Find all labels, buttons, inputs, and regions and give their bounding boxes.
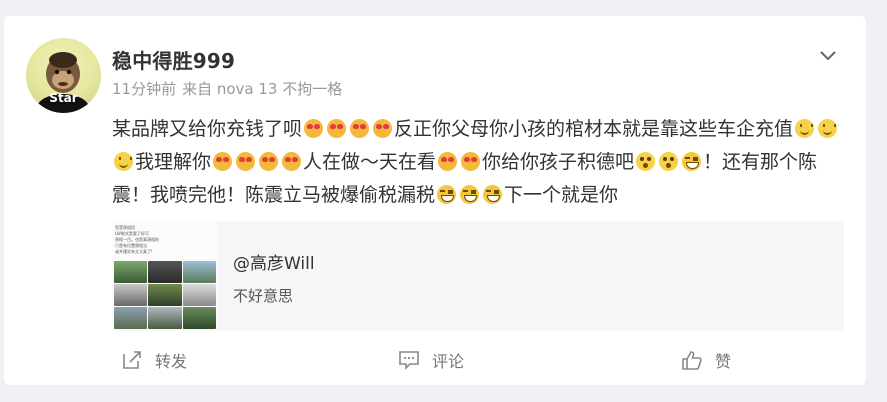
love-emoji-icon — [461, 152, 481, 171]
quoted-text: 不好意思 — [233, 287, 294, 305]
thumbnail-text: 您受规相用 LW制式是要了好可 昂相一目。也是真演相的 只是有位置想相当 或并遭实有太大… — [115, 225, 215, 255]
post-text-segment: 你给你孩子积德吧 — [482, 151, 635, 173]
quoted-author[interactable]: @高彦Will — [233, 249, 315, 274]
thumbnail-photo-grid — [114, 261, 216, 329]
smile-emoji-icon — [114, 152, 133, 171]
love-emoji-icon — [350, 119, 370, 138]
smile-emoji-icon — [795, 119, 815, 138]
post-meta: 11分钟前 来自 nova 13 不拘一格 — [112, 78, 348, 99]
repost-button[interactable]: 转发 — [121, 346, 187, 374]
love-emoji-icon — [327, 119, 347, 138]
love-emoji-icon — [438, 152, 458, 171]
love-emoji-icon — [282, 152, 302, 171]
love-emoji-icon — [213, 152, 233, 171]
post-text-segment: 某品牌又给你充钱了呗 — [112, 118, 303, 140]
avatar-label: Star — [49, 91, 78, 105]
comment-label: 评论 — [432, 352, 465, 371]
love-emoji-icon — [304, 119, 324, 138]
like-button[interactable]: 赞 — [681, 346, 731, 374]
shock-emoji-icon — [636, 152, 656, 171]
comment-button[interactable]: 评论 — [398, 346, 464, 374]
post-text-segment: 我理解你 — [135, 151, 212, 173]
thumbs-up-icon — [682, 351, 702, 370]
repost-label: 转发 — [155, 352, 188, 371]
grin-emoji-icon — [437, 185, 457, 204]
like-label: 赞 — [715, 352, 732, 371]
repost-icon — [123, 351, 141, 369]
comment-icon — [399, 351, 419, 370]
action-bar: 转发 评论 赞 — [4, 346, 866, 374]
grin-emoji-icon — [460, 185, 480, 204]
post-text: 某品牌又给你充钱了呗 反正你父母你小孩的棺材本就是靠这些车企充值我理解你 人在做～天… — [112, 113, 844, 212]
quoted-post[interactable]: 您受规相用 LW制式是要了好可 昂相一目。也是真演相的 只是有位置想相当 或并遭实有太大… — [112, 221, 844, 331]
thumbnail-text-line: 或并遭实有太大真了! — [115, 249, 153, 254]
grin-emoji-icon — [483, 185, 503, 204]
post-text-segment: 下一个就是你 — [504, 184, 619, 206]
smile-emoji-icon — [818, 119, 838, 138]
post-text-segment: 人在做～天在看 — [303, 151, 437, 173]
weibo-post-card: Star 稳中得胜999 11分钟前 来自 nova 13 不拘一格 某品牌又给你… — [4, 16, 866, 385]
post-text-segment: 反正你父母你小孩的棺材本就是靠这些车企充值 — [394, 118, 794, 140]
love-emoji-icon — [259, 152, 279, 171]
chevron-down-icon[interactable] — [816, 44, 840, 68]
avatar[interactable]: Star — [26, 38, 101, 113]
shock-emoji-icon — [659, 152, 679, 171]
post-source: 来自 nova 13 不拘一格 — [182, 80, 343, 98]
quoted-post-thumbnail[interactable]: 您受规相用 LW制式是要了好可 昂相一目。也是真演相的 只是有位置想相当 或并遭实有太大… — [112, 221, 217, 331]
love-emoji-icon — [373, 119, 393, 138]
post-time: 11分钟前 — [112, 80, 177, 98]
grin-emoji-icon — [682, 152, 702, 171]
author-name[interactable]: 稳中得胜999 — [112, 45, 235, 74]
love-emoji-icon — [236, 152, 256, 171]
